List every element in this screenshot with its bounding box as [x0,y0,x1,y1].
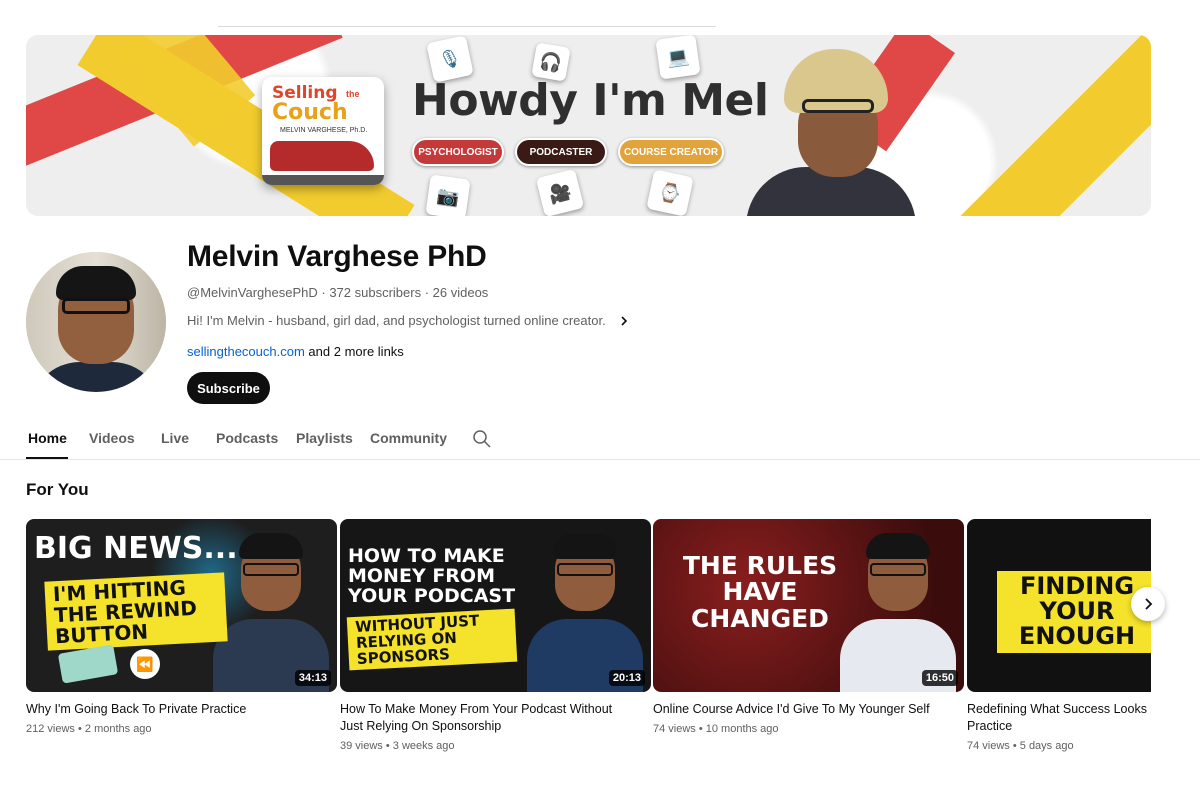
video-thumbnail[interactable]: BIG NEWS... I'M HITTING THE REWIND BUTTO… [26,519,337,692]
channel-banner: Selling the Couch MELVIN VARGHESE, Ph.D.… [26,35,1151,216]
video-duration: 34:13 [294,670,331,686]
upload-age: 3 weeks ago [392,740,455,752]
upload-age: 5 days ago [1019,740,1074,752]
video-meta: 39 views • 3 weeks ago [340,740,455,752]
video-title[interactable]: Online Course Advice I'd Give To My Youn… [653,701,943,718]
description-text: Hi! I'm Melvin - husband, girl dad, and … [187,313,606,328]
view-count: 212 views [26,723,75,735]
headphones-icon: 🎧 [531,42,571,82]
video-duration: 16:50 [921,670,958,686]
video-meta: 212 views • 2 months ago [26,723,152,735]
video-duration: 20:13 [608,670,645,686]
tab-videos[interactable]: Videos [89,430,135,446]
banner-headline: Howdy I'm Mel [412,75,769,126]
thumb-label: FINDING YOUR ENOUGH [997,571,1151,653]
rewind-icon: ⏪ [130,649,160,679]
thumb-headline: BIG NEWS... [34,531,238,566]
person-glasses [870,563,926,576]
carousel-next-button[interactable] [1131,587,1165,621]
thumb-label: WITHOUT JUST RELYING ON SPONSORS [346,608,518,671]
tab-community[interactable]: Community [370,430,447,446]
search-icon[interactable] [472,429,492,449]
photo-glasses [802,99,874,113]
person-glasses [557,563,613,576]
chevron-right-icon [621,315,627,326]
avatar-glasses [62,298,130,314]
top-divider [218,26,716,27]
section-title: For You [26,480,89,499]
logo-text: Couch [272,100,348,125]
logo-text: the [346,89,360,99]
tab-home[interactable]: Home [28,430,67,446]
subscribe-button[interactable]: Subscribe [187,372,270,404]
laptop-icon: 💻 [655,35,701,80]
video-title[interactable]: Why I'm Going Back To Private Practice [26,701,316,718]
thumb-label: I'M HITTING THE REWIND BUTTON [44,572,228,651]
channel-name: Melvin Varghese PhD [187,240,487,273]
tab-live[interactable]: Live [161,430,189,446]
subscriber-count: 372 subscribers [329,285,422,300]
video-meta: 74 views • 5 days ago [967,740,1074,752]
smartwatch-icon: ⌚ [646,169,694,216]
channel-tabs: Home Videos Live Podcasts Playlists Comm… [0,418,1200,460]
tab-podcasts[interactable]: Podcasts [216,430,278,446]
cassette-icon [57,644,119,684]
chevron-right-icon [1145,598,1153,610]
thumb-person [527,529,643,692]
camera-icon: 📷 [425,174,471,216]
video-thumbnail[interactable]: FINDING YOUR ENOUGH [967,519,1151,692]
video-card[interactable]: FINDING YOUR ENOUGH Redefining What Succ… [967,519,1151,752]
selling-the-couch-logo: Selling the Couch MELVIN VARGHESE, Ph.D. [262,77,384,185]
video-card[interactable]: HOW TO MAKE MONEY FROM YOUR PODCAST WITH… [340,519,651,752]
video-meta: 74 views • 10 months ago [653,723,779,735]
view-count: 74 views [653,723,696,735]
channel-link[interactable]: sellingthecouch.com [187,344,305,359]
view-count: 39 views [340,740,383,752]
channel-handle: @MelvinVarghesePhD [187,285,318,300]
couch-icon [270,141,374,171]
tab-playlists[interactable]: Playlists [296,430,353,446]
channel-description[interactable]: Hi! I'm Melvin - husband, girl dad, and … [187,313,630,328]
channel-links: sellingthecouch.com and 2 more links [187,344,404,359]
microphone-icon: 🎙 [426,35,474,83]
banner-pill-course-creator: COURSE CREATOR [618,138,724,166]
more-links[interactable]: and 2 more links [308,344,403,359]
upload-age: 10 months ago [705,723,779,735]
person-hair [866,533,930,559]
thumb-headline: THE RULES HAVE CHANGED [682,551,838,633]
channel-avatar[interactable] [26,252,166,392]
video-title[interactable]: Redefining What Success Looks Like In Pr… [967,701,1151,735]
view-count: 74 views [967,740,1010,752]
video-card-clip: FINDING YOUR ENOUGH Redefining What Succ… [967,519,1151,779]
active-tab-indicator [26,457,68,459]
person-hair [239,533,303,559]
video-card[interactable]: THE RULES HAVE CHANGED 16:50 Online Cour… [653,519,964,735]
video-count: 26 videos [432,285,489,300]
logo-base [262,175,384,185]
logo-author: MELVIN VARGHESE, Ph.D. [280,127,368,134]
avatar-hair [56,266,136,300]
video-card[interactable]: BIG NEWS... I'M HITTING THE REWIND BUTTO… [26,519,337,735]
video-thumbnail[interactable]: HOW TO MAKE MONEY FROM YOUR PODCAST WITH… [340,519,651,692]
video-title[interactable]: How To Make Money From Your Podcast With… [340,701,630,735]
thumb-headline: HOW TO MAKE MONEY FROM YOUR PODCAST [348,545,516,607]
upload-age: 2 months ago [84,723,152,735]
banner-pill-podcaster: PODCASTER [515,138,607,166]
meta-separator: · [421,285,433,300]
banner-pill-psychologist: PSYCHOLOGIST [412,138,504,166]
banner-photo [736,35,916,216]
meta-separator: · [317,285,330,300]
channel-meta: @MelvinVarghesePhD · 372 subscribers · 2… [187,285,488,300]
person-glasses [243,563,299,576]
video-thumbnail[interactable]: THE RULES HAVE CHANGED 16:50 [653,519,964,692]
thumb-person [840,529,956,692]
person-hair [553,533,617,559]
